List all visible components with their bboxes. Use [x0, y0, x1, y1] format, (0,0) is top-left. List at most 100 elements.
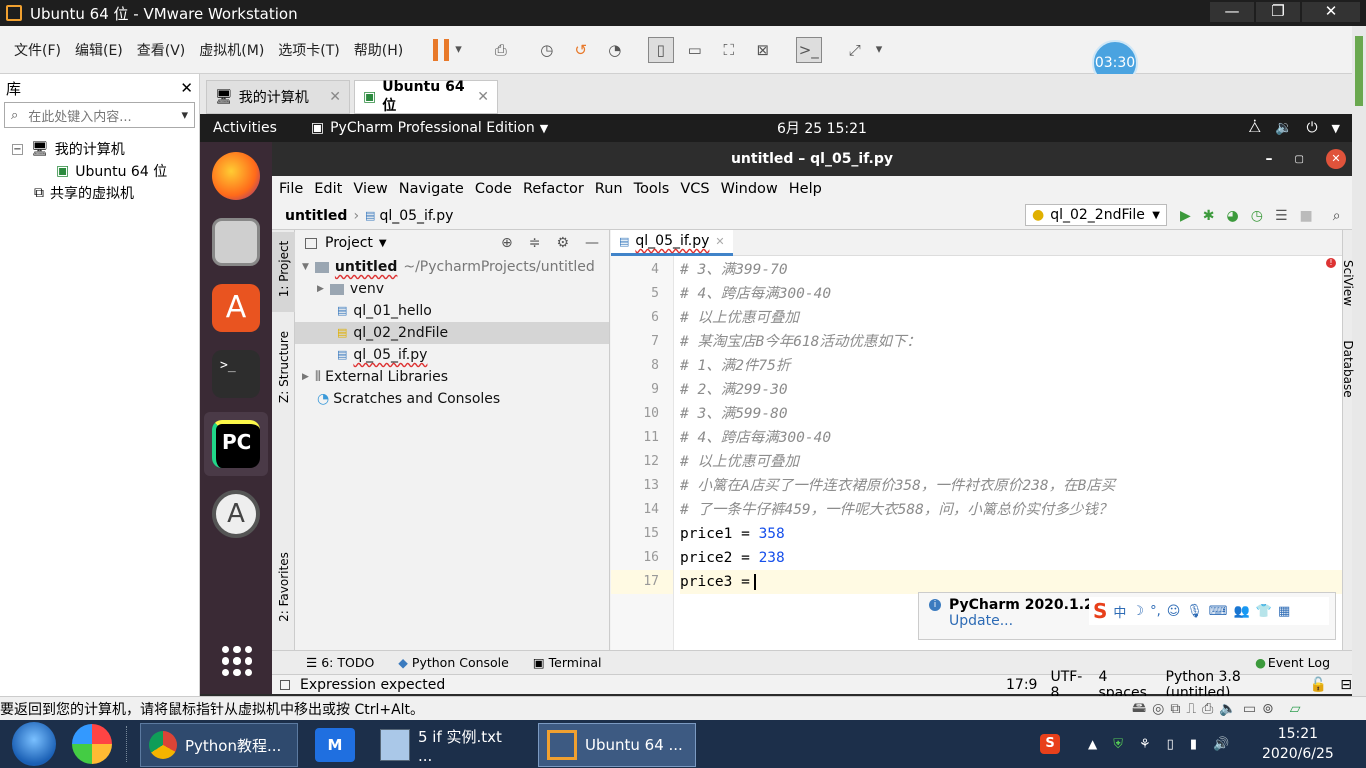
close-button[interactable]: ✕: [1302, 2, 1360, 22]
profile-icon[interactable]: ◷: [1251, 208, 1263, 224]
menu-edit[interactable]: Edit: [314, 181, 342, 197]
network-icon[interactable]: ⧊: [1249, 120, 1262, 136]
debug-icon[interactable]: ✱: [1203, 208, 1215, 224]
taskbar-notepad[interactable]: 5 if 实例.txt ...: [372, 723, 528, 767]
taskbar-clock[interactable]: 15:21 2020/6/25: [1262, 724, 1334, 764]
tree-item-file[interactable]: ▤ ql_01_hello: [295, 300, 609, 322]
colorful-app-icon[interactable]: [72, 724, 112, 764]
sound-icon[interactable]: 🔈: [1219, 701, 1236, 717]
chevron-down-icon[interactable]: ▾: [181, 108, 188, 123]
menu-vcs[interactable]: VCS: [680, 181, 709, 197]
tab-ubuntu[interactable]: ▣ Ubuntu 64 位 ✕: [354, 79, 498, 114]
ime-mode-icon[interactable]: 中: [1113, 602, 1126, 621]
snapshot-manager-icon[interactable]: ◔: [602, 37, 628, 63]
terminal-icon[interactable]: >_: [212, 350, 260, 398]
power-icon[interactable]: ⏻: [1306, 120, 1317, 136]
taskbar-app[interactable]: M: [308, 723, 362, 767]
project-panel-title[interactable]: Project: [325, 235, 373, 251]
menu-file[interactable]: 文件(F): [14, 40, 61, 60]
library-view-icon[interactable]: ▯: [647, 36, 674, 63]
gear-icon[interactable]: ⚙: [556, 235, 569, 251]
tab-my-computer[interactable]: 🖥 我的计算机 ✕: [206, 80, 350, 114]
run-config-select[interactable]: ● ql_02_2ndFile ▼: [1025, 204, 1167, 226]
console-view-icon[interactable]: >_: [795, 36, 822, 63]
tool-sciview-label[interactable]: SciView: [1341, 248, 1355, 318]
cd-icon[interactable]: ◎: [1152, 701, 1164, 717]
disk-icon[interactable]: 🖴: [1132, 697, 1146, 721]
menu-navigate[interactable]: Navigate: [399, 181, 464, 197]
tool-terminal[interactable]: Terminal: [549, 655, 602, 670]
search-icon[interactable]: ⌕: [1333, 208, 1341, 224]
maximize-button[interactable]: ❐: [1256, 2, 1300, 22]
library-search[interactable]: ⌕ 在此处键入内容... ▾: [4, 102, 195, 128]
fullscreen-icon[interactable]: ⛶: [716, 37, 742, 63]
close-icon[interactable]: ✕: [715, 235, 724, 248]
menu-run[interactable]: Run: [595, 181, 623, 197]
taskbar-vmware[interactable]: Ubuntu 64 ...: [538, 723, 696, 767]
menu-code[interactable]: Code: [475, 181, 512, 197]
taskbar-chrome[interactable]: Python教程...: [140, 723, 298, 767]
tool-structure-label[interactable]: Z: Structure: [277, 329, 291, 405]
menu-file[interactable]: File: [279, 181, 303, 197]
volume-icon[interactable]: 🔉: [1275, 120, 1292, 136]
security-icon[interactable]: ⛨: [1113, 737, 1123, 752]
files-icon[interactable]: [212, 218, 260, 266]
expand-icon[interactable]: ▶: [317, 278, 324, 300]
lock-icon[interactable]: 🔓: [1310, 677, 1327, 693]
show-apps-icon[interactable]: [222, 646, 252, 676]
update-notification[interactable]: i PyCharm 2020.1.2 a Update... S 中 ☽ °, …: [918, 592, 1336, 640]
phone-icon[interactable]: ▯: [1167, 737, 1174, 752]
unity-icon[interactable]: ⊠: [750, 37, 776, 63]
sogou-tray-icon[interactable]: S: [1040, 734, 1060, 754]
menu-edit[interactable]: 编辑(E): [75, 40, 123, 60]
pycharm-dock-item[interactable]: PC: [204, 412, 268, 476]
menu-help[interactable]: Help: [789, 181, 822, 197]
tree-item-my-computer[interactable]: − 🖥 我的计算机: [0, 138, 199, 160]
keyboard-icon[interactable]: ⌨: [1209, 604, 1228, 619]
menu-tools[interactable]: Tools: [634, 181, 670, 197]
minimize-button[interactable]: —: [1210, 2, 1254, 22]
tree-item-scratches[interactable]: ◔ Scratches and Consoles: [295, 388, 609, 410]
tree-item-file-selected[interactable]: ▤ ql_02_2ndFile: [295, 322, 609, 344]
microphone-icon[interactable]: 🎙: [1186, 604, 1203, 619]
breadcrumb-file[interactable]: ql_05_if.py: [379, 208, 453, 224]
grid-icon[interactable]: ▦: [1278, 604, 1290, 619]
code-editor[interactable]: # 3、满399-70 # 4、跨店每满300-40 # 以上优惠可叠加 # 某…: [674, 256, 1342, 594]
git-icon[interactable]: ⊟: [1340, 677, 1352, 693]
chevron-down-icon[interactable]: ▼: [1332, 122, 1340, 135]
run-icon[interactable]: ▶: [1180, 208, 1191, 224]
snapshot-icon[interactable]: ◷: [534, 37, 560, 63]
revert-snapshot-icon[interactable]: ↺: [568, 37, 594, 63]
menu-view[interactable]: 查看(V): [137, 40, 186, 60]
tree-item-libraries[interactable]: ▶ ⦀ External Libraries: [295, 366, 609, 388]
status-toggle-icon[interactable]: [280, 679, 290, 690]
collapse-icon[interactable]: −: [12, 143, 23, 155]
signal-icon[interactable]: ▮: [1190, 737, 1197, 752]
tree-root[interactable]: ▼ untitled ~/PycharmProjects/untitled: [295, 256, 609, 278]
message-icon[interactable]: ▱: [1290, 701, 1301, 717]
expand-icon[interactable]: ▼: [302, 256, 309, 278]
editor-tab[interactable]: ▤ ql_05_if.py ✕: [611, 229, 733, 256]
chevron-down-icon[interactable]: ▾: [876, 42, 883, 57]
menu-view[interactable]: View: [353, 181, 387, 197]
firefox-icon[interactable]: [212, 152, 260, 200]
tree-item-shared[interactable]: ⧉ 共享的虚拟机: [0, 182, 199, 204]
close-icon[interactable]: ✕: [180, 79, 193, 97]
usb-icon[interactable]: ⎍: [1186, 701, 1196, 717]
menu-tabs[interactable]: 选项卡(T): [278, 40, 339, 60]
software-center-icon[interactable]: A: [212, 284, 260, 332]
chevron-down-icon[interactable]: ▾: [455, 42, 462, 57]
expand-icon[interactable]: ▶: [302, 366, 309, 388]
search-input[interactable]: 在此处键入内容...: [28, 106, 181, 125]
sogou-logo-icon[interactable]: S: [1093, 599, 1107, 623]
send-ctrl-alt-del-icon[interactable]: ⎙: [488, 37, 514, 63]
minimize-button[interactable]: –: [1266, 151, 1273, 167]
tray-expand-icon[interactable]: ▲: [1088, 737, 1097, 751]
punctuation-icon[interactable]: °,: [1150, 604, 1161, 619]
thumbnail-view-icon[interactable]: ▭: [682, 37, 708, 63]
maximize-button[interactable]: ▢: [1295, 154, 1304, 165]
close-icon[interactable]: ✕: [329, 89, 341, 105]
locate-icon[interactable]: ⊕: [501, 235, 513, 251]
user-icon[interactable]: 👥: [1234, 604, 1250, 619]
tray-app-icon[interactable]: ⚘: [1139, 737, 1151, 752]
